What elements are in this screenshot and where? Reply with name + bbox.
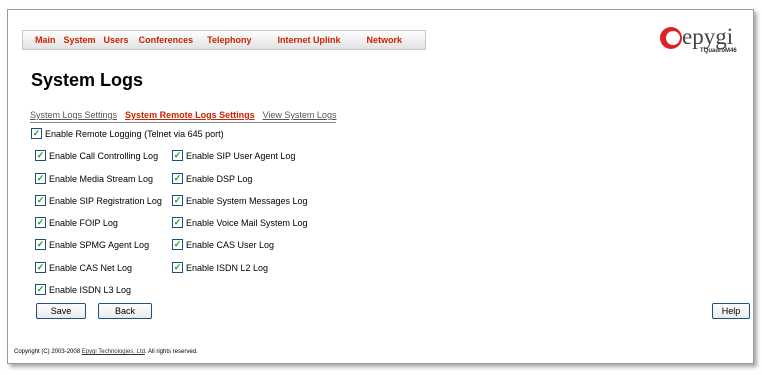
tab-system-logs-settings[interactable]: System Logs Settings [30,110,117,120]
checkbox-label: Enable SIP User Agent Log [186,150,296,161]
main-nav: Main System Users Conferences Telephony … [22,30,426,50]
enable-cas-net-log-checkbox[interactable]: ✓ Enable CAS Net Log [35,262,132,273]
checkmark-icon[interactable]: ✓ [31,128,42,139]
copyright-prefix: Copyright (C) 2003-2008 [14,349,82,355]
copyright-link[interactable]: Epygi Technologies, Ltd [82,349,145,355]
checkbox-label: Enable Call Controlling Log [49,150,159,161]
checkmark-icon[interactable]: ✓ [172,217,183,228]
checkbox-label: Enable FOIP Log [49,217,118,228]
checkmark-icon[interactable]: ✓ [172,262,183,273]
checkbox-label: Enable System Messages Log [186,195,308,206]
enable-spmg-agent-log-checkbox[interactable]: ✓ Enable SPMG Agent Log [35,239,149,250]
copyright-suffix: . All rights reserved. [144,349,198,355]
enable-dsp-log-checkbox[interactable]: ✓ Enable DSP Log [172,173,252,184]
enable-call-controlling-log-checkbox[interactable]: ✓ Enable Call Controlling Log [35,150,158,161]
checkbox-label: Enable CAS User Log [186,239,275,250]
checkmark-icon[interactable]: ✓ [35,173,46,184]
logo-model: TQuadroM46 [700,48,737,54]
checkbox-label: Enable ISDN L3 Log [49,284,132,295]
checkmark-icon[interactable]: ✓ [172,195,183,206]
copyright-footer: Copyright (C) 2003-2008 Epygi Technologi… [14,349,198,355]
checkmark-icon[interactable]: ✓ [35,262,46,273]
tab-system-remote-logs-settings[interactable]: System Remote Logs Settings [125,110,255,120]
enable-isdn-l3-log-checkbox[interactable]: ✓ Enable ISDN L3 Log [35,284,131,295]
save-button[interactable]: Save [36,303,86,319]
enable-cas-user-log-checkbox[interactable]: ✓ Enable CAS User Log [172,239,274,250]
checkbox-label: Enable Remote Logging (Telnet via 645 po… [45,128,224,139]
subtabs: System Logs Settings System Remote Logs … [30,110,337,123]
checkbox-label: Enable ISDN L2 Log [186,262,269,273]
checkbox-label: Enable CAS Net Log [49,262,133,273]
checkbox-label: Enable Media Stream Log [49,173,154,184]
enable-system-messages-log-checkbox[interactable]: ✓ Enable System Messages Log [172,195,308,206]
enable-foip-log-checkbox[interactable]: ✓ Enable FOIP Log [35,217,118,228]
enable-remote-logging-checkbox[interactable]: ✓ Enable Remote Logging (Telnet via 645 … [31,128,224,139]
enable-media-stream-log-checkbox[interactable]: ✓ Enable Media Stream Log [35,173,153,184]
nav-item-main[interactable]: Main [31,35,60,45]
help-button[interactable]: Help [712,303,750,319]
checkmark-icon[interactable]: ✓ [35,195,46,206]
nav-item-telephony[interactable]: Telephony [203,35,255,45]
checkmark-icon[interactable]: ✓ [172,150,183,161]
checkmark-icon[interactable]: ✓ [35,284,46,295]
nav-item-network[interactable]: Network [362,35,406,45]
enable-sip-user-agent-log-checkbox[interactable]: ✓ Enable SIP User Agent Log [172,150,295,161]
checkmark-icon[interactable]: ✓ [35,217,46,228]
nav-item-system[interactable]: System [60,35,100,45]
checkbox-label: Enable Voice Mail System Log [186,217,308,228]
enable-sip-registration-log-checkbox[interactable]: ✓ Enable SIP Registration Log [35,195,162,206]
checkmark-icon[interactable]: ✓ [172,239,183,250]
checkbox-label: Enable SIP Registration Log [49,195,162,206]
page-title: System Logs [31,70,144,90]
tab-view-system-logs[interactable]: View System Logs [263,110,337,120]
nav-item-conferences[interactable]: Conferences [135,35,198,45]
checkbox-label: Enable SPMG Agent Log [49,239,150,250]
nav-item-users[interactable]: Users [100,35,133,45]
logo-swirl-icon [660,27,682,49]
logo-brand: epygi [682,24,734,49]
nav-item-internet-uplink[interactable]: Internet Uplink [273,35,344,45]
enable-voice-mail-system-log-checkbox[interactable]: ✓ Enable Voice Mail System Log [172,217,308,228]
checkmark-icon[interactable]: ✓ [172,173,183,184]
checkbox-label: Enable DSP Log [186,173,253,184]
enable-isdn-l2-log-checkbox[interactable]: ✓ Enable ISDN L2 Log [172,262,268,273]
checkmark-icon[interactable]: ✓ [35,150,46,161]
epygi-logo: epygi TQuadroM46 [660,24,752,59]
checkmark-icon[interactable]: ✓ [35,239,46,250]
back-button[interactable]: Back [98,303,152,319]
